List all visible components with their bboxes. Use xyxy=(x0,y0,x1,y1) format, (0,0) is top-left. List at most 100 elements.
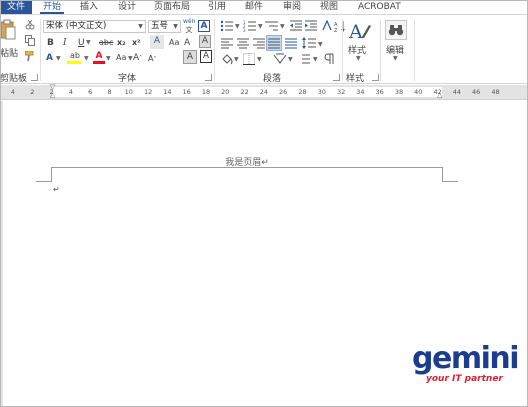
show-hide-marks-icon[interactable] xyxy=(324,53,334,65)
multilevel-list-icon[interactable] xyxy=(265,20,279,32)
character-shading-button[interactable]: A xyxy=(199,35,211,48)
chevron-down-icon[interactable]: ▼ xyxy=(318,39,323,51)
ruler-number: 2 xyxy=(30,88,35,96)
paste-label: 粘贴 xyxy=(0,49,19,59)
tab-references[interactable]: 引用 xyxy=(208,0,226,14)
tab-view[interactable]: 视图 xyxy=(320,0,338,14)
increase-indent-icon[interactable] xyxy=(305,20,317,32)
ruler-number: 4 xyxy=(68,88,73,96)
gemini-logo: gemini your IT partner xyxy=(412,341,520,385)
text-effects-button[interactable]: A xyxy=(46,52,53,64)
ruler-number: 2 xyxy=(49,88,54,96)
font-color-button[interactable]: A xyxy=(93,50,105,64)
paragraph-dialog-launcher[interactable] xyxy=(333,74,340,81)
tab-page-layout[interactable]: 页面布局 xyxy=(154,0,190,14)
font-name-value: 宋体 (中文正文) xyxy=(46,21,107,31)
shrink-font-button[interactable]: A˅ xyxy=(148,53,156,66)
change-case-button[interactable]: A xyxy=(184,37,190,49)
numbering-icon[interactable]: 1 2 3 xyxy=(243,20,257,32)
format-painter-icon[interactable] xyxy=(25,51,35,62)
paragraph-mark[interactable]: ↵ xyxy=(53,185,60,194)
align-left-icon[interactable] xyxy=(221,38,233,49)
ruler-number: 6 xyxy=(88,88,93,96)
asian-typography-icon[interactable] xyxy=(273,53,287,65)
bullets-icon[interactable] xyxy=(220,20,234,32)
highlight-button[interactable]: ab xyxy=(67,50,83,64)
sort-icon[interactable]: AZ xyxy=(334,20,346,32)
ribbon-separator xyxy=(214,19,215,81)
clear-formatting-button[interactable]: A xyxy=(150,35,164,49)
change-case-aa-button[interactable]: Aa xyxy=(116,52,126,64)
header-text[interactable]: 我是页眉↵ xyxy=(0,155,494,168)
subscript-button[interactable]: x₂ xyxy=(117,37,126,49)
vertical-ruler[interactable] xyxy=(0,101,3,407)
cut-icon[interactable] xyxy=(25,20,35,30)
copy-icon[interactable] xyxy=(25,35,35,46)
ruler-number: 28 xyxy=(298,88,307,96)
align-center-icon[interactable] xyxy=(237,38,249,49)
asian-layout-icon[interactable] xyxy=(300,53,312,65)
chevron-down-icon[interactable]: ▼ xyxy=(257,54,262,66)
ruler-number: 38 xyxy=(394,88,404,96)
tab-file[interactable]: 文件 xyxy=(0,0,32,14)
document-page[interactable]: 我是页眉↵ ↵ gemini your IT partner xyxy=(0,101,528,407)
chevron-down-icon[interactable]: ▼ xyxy=(280,21,285,33)
phonetic-guide-button[interactable]: wén 文 xyxy=(183,18,195,34)
borders-icon[interactable] xyxy=(243,53,255,65)
logo-wordmark: gemini xyxy=(412,341,520,376)
decrease-indent-icon[interactable] xyxy=(290,20,302,32)
editing-button[interactable]: 编辑 ▼ xyxy=(383,19,409,67)
tab-acrobat[interactable]: ACROBAT xyxy=(358,0,401,14)
styles-button[interactable]: A 样式 ▼ xyxy=(346,19,372,67)
tab-home[interactable]: 开始 xyxy=(39,0,65,14)
strikethrough-button[interactable]: abc xyxy=(99,37,113,49)
chevron-down-icon[interactable]: ▼ xyxy=(84,53,89,65)
chevron-down-icon[interactable]: ▼ xyxy=(171,21,180,32)
tab-insert[interactable]: 插入 xyxy=(80,0,98,14)
justify-button[interactable] xyxy=(266,35,282,51)
superscript-button[interactable]: x² xyxy=(132,37,141,49)
chevron-down-icon[interactable]: ▼ xyxy=(235,21,240,33)
ruler-number: 32 xyxy=(336,88,346,96)
shading-icon[interactable] xyxy=(221,53,233,65)
character-border-button[interactable]: A xyxy=(198,20,210,32)
grow-font-button[interactable]: A˄ xyxy=(133,52,142,65)
chevron-down-icon[interactable]: ▼ xyxy=(258,21,263,33)
tab-review[interactable]: 审阅 xyxy=(283,0,301,14)
ruler-number: 8 xyxy=(107,88,112,96)
font-name-combobox[interactable]: 宋体 (中文正文) ▼ xyxy=(43,20,146,33)
paste-button[interactable]: 粘贴 xyxy=(0,17,20,61)
chevron-down-icon[interactable]: ▼ xyxy=(234,54,239,66)
font-size-combobox[interactable]: 五号 ▼ xyxy=(148,20,181,33)
clipboard-dialog-launcher[interactable] xyxy=(31,74,38,81)
aa-button[interactable]: Aa xyxy=(169,37,179,49)
chevron-down-icon[interactable]: ▼ xyxy=(136,21,145,32)
enclose-characters-button[interactable]: A xyxy=(200,50,212,63)
ruler-number: 46 xyxy=(472,88,481,96)
chevron-down-icon[interactable]: ▼ xyxy=(56,53,61,65)
chevron-down-icon[interactable]: ▼ xyxy=(313,54,318,66)
bold-button[interactable]: B xyxy=(47,37,54,49)
character-shading-a-button[interactable]: A xyxy=(183,50,197,64)
horizontal-ruler[interactable]: ▽ △ △ 4 2 2 4 6 8 10 12 14 16 18 20 22 24 26 28 30 32 34 36… xyxy=(0,83,528,100)
chevron-down-icon[interactable]: ▼ xyxy=(86,37,91,49)
chevron-down-icon: ▼ xyxy=(393,55,398,62)
tab-design[interactable]: 设计 xyxy=(118,0,136,14)
align-right-icon[interactable] xyxy=(253,38,265,49)
line-spacing-icon[interactable] xyxy=(302,37,316,49)
underline-button[interactable]: U xyxy=(78,37,85,49)
chinese-layout-icon[interactable] xyxy=(321,20,333,32)
distributed-icon[interactable] xyxy=(285,38,297,49)
svg-text:3: 3 xyxy=(243,28,246,32)
italic-button[interactable]: I xyxy=(63,37,67,49)
styles-dialog-launcher[interactable] xyxy=(372,74,379,81)
ruler-number: 22 xyxy=(240,88,249,96)
ribbon-tab-bar: 文件 开始 插入 设计 页面布局 引用 邮件 审阅 视图 ACROBAT xyxy=(0,0,528,14)
ruler-number: 40 xyxy=(414,88,423,96)
font-dialog-launcher[interactable] xyxy=(205,74,212,81)
tab-mailings[interactable]: 邮件 xyxy=(245,0,263,14)
chevron-down-icon[interactable]: ▼ xyxy=(128,53,133,65)
chevron-down-icon[interactable]: ▼ xyxy=(106,53,111,65)
highlight-label: ab xyxy=(70,51,80,60)
chevron-down-icon[interactable]: ▼ xyxy=(288,54,293,66)
